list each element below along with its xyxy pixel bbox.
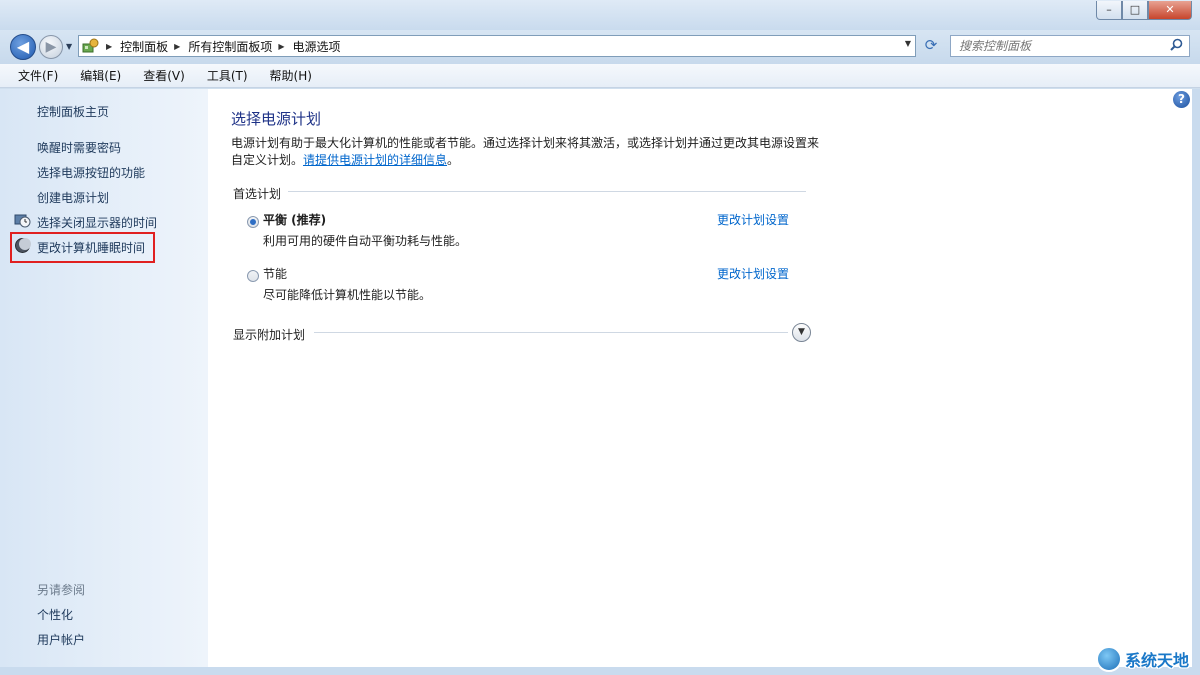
plan-radio-power-saver[interactable] bbox=[247, 270, 259, 282]
sidebar-item-create-plan[interactable]: 创建电源计划 bbox=[37, 189, 109, 206]
title-bar: – □ ✕ bbox=[0, 0, 1200, 30]
help-icon[interactable]: ? bbox=[1173, 91, 1190, 108]
sidebar-item-display-off-time[interactable]: 选择关闭显示器的时间 bbox=[37, 214, 157, 231]
menu-tools[interactable]: 工具(T) bbox=[201, 65, 254, 86]
search-icon[interactable] bbox=[1170, 38, 1183, 55]
preferred-plans-heading: 首选计划 bbox=[233, 187, 282, 201]
section-divider bbox=[314, 332, 788, 333]
sidebar-item-power-buttons[interactable]: 选择电源按钮的功能 bbox=[37, 164, 145, 181]
address-bar[interactable]: ▶ 控制面板 ▶ 所有控制面板项 ▶ 电源选项 ▼ bbox=[78, 35, 916, 57]
breadcrumb-all-items[interactable]: 所有控制面板项 bbox=[188, 38, 272, 55]
see-also-heading: 另请参阅 bbox=[37, 583, 86, 597]
back-button[interactable]: ◀ bbox=[10, 34, 36, 60]
plan-desc-balanced: 利用可用的硬件自动平衡功耗与性能。 bbox=[263, 234, 468, 248]
task-pane: 控制面板主页 唤醒时需要密码 选择电源按钮的功能 创建电源计划 选择关闭显示器的… bbox=[0, 89, 208, 667]
change-plan-settings-link-balanced[interactable]: 更改计划设置 bbox=[717, 211, 789, 228]
plan-name-balanced[interactable]: 平衡 (推荐) bbox=[263, 211, 326, 228]
control-panel-icon bbox=[82, 38, 100, 54]
navigation-bar: ◀ ▶ ▼ ▶ 控制面板 ▶ 所有控制面板项 ▶ 电源选项 ▼ ⟳ bbox=[0, 30, 1200, 64]
description-end: 。 bbox=[447, 153, 460, 167]
window-border bbox=[0, 667, 1200, 675]
maximize-button[interactable]: □ bbox=[1122, 1, 1148, 20]
breadcrumb-separator-icon[interactable]: ▶ bbox=[278, 42, 284, 51]
close-button[interactable]: ✕ bbox=[1148, 1, 1192, 20]
page-title: 选择电源计划 bbox=[231, 110, 322, 128]
window-controls: – □ ✕ bbox=[1096, 1, 1192, 20]
plan-radio-balanced[interactable] bbox=[247, 216, 259, 228]
menu-edit[interactable]: 编辑(E) bbox=[74, 65, 127, 86]
content-pane: ? 选择电源计划 电源计划有助于最大化计算机的性能或者节能。通过选择计划来将其激… bbox=[208, 89, 1192, 667]
sidebar-item-wake-password[interactable]: 唤醒时需要密码 bbox=[37, 139, 121, 156]
watermark: 系统天地 bbox=[1096, 645, 1189, 673]
expand-chevron-down-icon[interactable]: ▼ bbox=[792, 323, 811, 342]
forward-button[interactable]: ▶ bbox=[39, 35, 63, 59]
monitor-clock-icon bbox=[14, 212, 31, 229]
address-dropdown-chevron-down-icon[interactable]: ▼ bbox=[905, 39, 911, 48]
search-box[interactable] bbox=[950, 35, 1190, 57]
refresh-icon[interactable]: ⟳ bbox=[920, 35, 942, 57]
minimize-button[interactable]: – bbox=[1096, 1, 1122, 20]
sidebar-item-personalization[interactable]: 个性化 bbox=[37, 606, 73, 623]
search-input[interactable] bbox=[959, 39, 1159, 53]
page-description: 电源计划有助于最大化计算机的性能或者节能。通过选择计划来将其激活，或选择计划并通… bbox=[231, 135, 821, 169]
breadcrumb-separator-icon[interactable]: ▶ bbox=[106, 42, 112, 51]
menu-file[interactable]: 文件(F) bbox=[12, 65, 64, 86]
breadcrumb-separator-icon[interactable]: ▶ bbox=[174, 42, 180, 51]
window-border bbox=[1192, 89, 1200, 667]
highlight-annotation bbox=[10, 232, 155, 263]
plan-desc-power-saver: 尽可能降低计算机性能以节能。 bbox=[263, 288, 432, 302]
menu-bar: 文件(F) 编辑(E) 查看(V) 工具(T) 帮助(H) bbox=[0, 64, 1200, 88]
plan-details-link[interactable]: 请提供电源计划的详细信息 bbox=[303, 153, 447, 167]
sidebar-item-control-panel-home[interactable]: 控制面板主页 bbox=[37, 103, 109, 120]
plan-name-power-saver[interactable]: 节能 bbox=[263, 265, 287, 282]
sidebar-item-user-accounts[interactable]: 用户帐户 bbox=[37, 631, 85, 648]
recent-pages-chevron-down-icon[interactable]: ▼ bbox=[66, 42, 72, 51]
menu-view[interactable]: 查看(V) bbox=[137, 65, 191, 86]
breadcrumb-control-panel[interactable]: 控制面板 bbox=[120, 38, 168, 55]
section-divider bbox=[288, 191, 806, 192]
change-plan-settings-link-power-saver[interactable]: 更改计划设置 bbox=[717, 265, 789, 282]
menu-help[interactable]: 帮助(H) bbox=[264, 65, 318, 86]
watermark-logo-icon bbox=[1096, 646, 1122, 672]
watermark-text: 系统天地 bbox=[1125, 651, 1190, 670]
show-additional-plans-label[interactable]: 显示附加计划 bbox=[233, 326, 305, 343]
breadcrumb-power-options[interactable]: 电源选项 bbox=[293, 38, 341, 55]
